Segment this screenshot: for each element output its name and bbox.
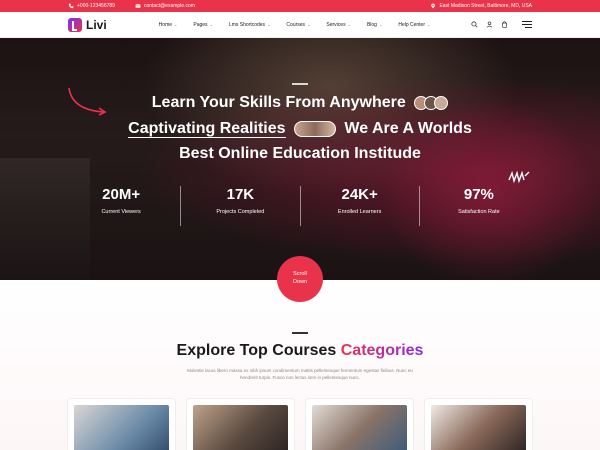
avatar <box>434 95 449 110</box>
squiggle-icon <box>508 170 530 184</box>
nav-label: Services <box>326 21 346 28</box>
group-photo-pill <box>293 120 336 137</box>
course-card-image <box>312 405 407 450</box>
hero-heading-line-2: Captivating Realities We Are A Worlds <box>0 120 600 138</box>
stat-label: Projects Completed <box>216 209 265 215</box>
nav-item-services[interactable]: Services ⌄ <box>326 22 351 28</box>
scroll-label: Scroll <box>293 271 307 278</box>
section-title-accent: Categories <box>340 342 424 359</box>
logo-mark-icon <box>68 17 82 32</box>
top-info-bar: +000-123456789 contact@example.com East … <box>0 0 600 12</box>
chevron-down-icon: ⌄ <box>427 22 431 27</box>
section-title: Explore Top Courses Categories <box>0 342 600 360</box>
stat-enrolled-learners: 24K+ Enrolled Learners <box>301 186 420 226</box>
cart-icon[interactable] <box>501 21 508 28</box>
courses-section: Explore Top Courses Categories Molestie … <box>0 280 600 450</box>
chevron-down-icon: ⌄ <box>347 22 351 27</box>
nav-label: Pages <box>193 21 208 28</box>
nav-item-blog[interactable]: Blog ⌄ <box>367 22 382 28</box>
chevron-down-icon: ⌄ <box>174 22 178 27</box>
hero-heading-line-3: Best Online Education Institude <box>0 145 600 163</box>
hero-line-3-text: Best Online Education Institude <box>179 145 421 162</box>
stat-value: 24K+ <box>341 186 378 203</box>
course-card[interactable] <box>424 398 533 450</box>
address-text: East Madison Street, Baltimore, MD, USA <box>439 3 532 9</box>
stat-value: 17K <box>226 186 255 203</box>
scroll-down-button[interactable]: Scroll Down <box>277 256 323 302</box>
location-pin-icon <box>431 3 436 9</box>
hero-divider <box>292 83 308 85</box>
nav-item-home[interactable]: Home ⌄ <box>159 22 178 28</box>
section-description: Molestie lacus libero massa ex nibh ipsu… <box>187 368 413 381</box>
stat-label: Satisfaction Rate <box>458 209 500 215</box>
hero-line-2-text: We Are A Worlds <box>344 120 472 137</box>
nav-label: Help Center <box>398 21 426 28</box>
section-divider <box>292 332 308 334</box>
nav-label: Lms Shortcodes <box>228 21 266 28</box>
course-card-image <box>193 405 288 450</box>
nav-item-courses[interactable]: Courses ⌄ <box>286 22 310 28</box>
phone-icon <box>68 3 74 9</box>
stat-satisfaction-rate: 97% Satisfaction Rate <box>420 186 538 226</box>
user-icon[interactable] <box>486 21 493 28</box>
nav-item-help-center[interactable]: Help Center ⌄ <box>398 22 430 28</box>
course-card[interactable] <box>186 398 295 450</box>
address-contact: East Madison Street, Baltimore, MD, USA <box>430 3 532 9</box>
stats-row: 20M+ Current Viewers 17K Projects Comple… <box>62 186 538 226</box>
course-card-image <box>431 405 526 450</box>
chevron-down-icon: ⌄ <box>209 22 213 27</box>
scroll-label: Down <box>292 279 308 285</box>
stat-projects-completed: 17K Projects Completed <box>181 186 301 226</box>
stat-value: 97% <box>463 186 494 203</box>
nav-item-pages[interactable]: Pages ⌄ <box>193 22 213 28</box>
course-card-image <box>74 405 169 450</box>
nav-label: Home <box>158 21 173 28</box>
hero-highlight-link[interactable]: Captivating Realities <box>128 120 286 138</box>
stat-current-viewers: 20M+ Current Viewers <box>62 186 182 226</box>
chevron-down-icon: ⌄ <box>267 22 271 27</box>
mail-icon <box>135 4 141 8</box>
email-address: contact@example.com <box>143 3 195 9</box>
phone-number: +000-123456789 <box>77 3 115 9</box>
nav-label: Courses <box>286 21 306 28</box>
stat-label: Enrolled Learners <box>337 209 382 215</box>
section-title-main: Explore Top Courses <box>176 342 341 359</box>
main-header: Livi Home ⌄ Pages ⌄ Lms Shortcodes ⌄ Course… <box>0 12 600 38</box>
chevron-down-icon: ⌄ <box>307 22 311 27</box>
brand-name: Livi <box>86 17 107 32</box>
hero-heading-line-1: Learn Your Skills From Anywhere <box>0 94 600 112</box>
nav-item-lms-shortcodes[interactable]: Lms Shortcodes ⌄ <box>229 22 271 28</box>
course-card[interactable] <box>305 398 414 450</box>
chevron-down-icon: ⌄ <box>378 22 383 27</box>
phone-contact[interactable]: +000-123456789 <box>68 3 115 9</box>
search-icon[interactable] <box>471 21 478 28</box>
email-contact[interactable]: contact@example.com <box>135 3 195 9</box>
main-nav: Home ⌄ Pages ⌄ Lms Shortcodes ⌄ Courses ⌄ Se… <box>159 22 431 28</box>
course-category-cards <box>67 398 533 450</box>
site-logo[interactable]: Livi <box>68 17 107 32</box>
hero-line-1-text: Learn Your Skills From Anywhere <box>151 94 406 111</box>
course-card[interactable] <box>67 398 176 450</box>
menu-icon[interactable] <box>522 21 532 28</box>
nav-label: Blog <box>366 21 377 28</box>
stat-value: 20M+ <box>102 186 141 203</box>
hero-banner: Learn Your Skills From Anywhere Captivat… <box>0 38 600 280</box>
avatar-group <box>414 95 449 110</box>
stat-label: Current Viewers <box>101 209 141 215</box>
header-actions <box>471 21 532 28</box>
